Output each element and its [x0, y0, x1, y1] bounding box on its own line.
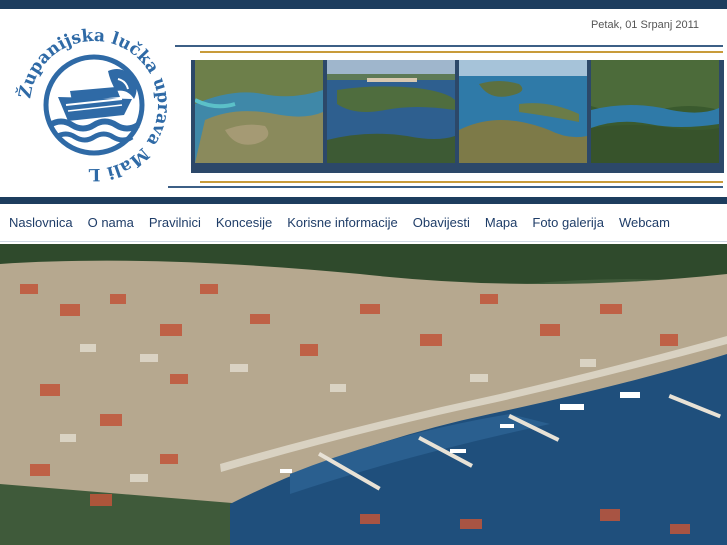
aerial-photo-islets	[195, 60, 323, 163]
aerial-photo-forest-coast	[591, 60, 719, 163]
nav-item-foto-galerija[interactable]: Foto galerija	[532, 215, 604, 230]
nav-item-webcam[interactable]: Webcam	[619, 215, 670, 230]
aerial-photo-channel	[459, 60, 587, 163]
nav-item-naslovnica[interactable]: Naslovnica	[9, 215, 73, 230]
photo-strip	[191, 60, 724, 173]
port-authority-logo[interactable]: Županijska lučka uprava Mali Lošinj	[10, 21, 178, 189]
harbor-aerial-photo	[0, 244, 727, 545]
divider-blue-top	[175, 45, 723, 47]
divider-gold-top	[200, 51, 723, 53]
nav-item-pravilnici[interactable]: Pravilnici	[149, 215, 201, 230]
nav-top-band	[0, 197, 727, 204]
nav-item-koncesije[interactable]: Koncesije	[216, 215, 272, 230]
divider-gold-bottom	[200, 181, 723, 183]
nav-item-mapa[interactable]: Mapa	[485, 215, 518, 230]
nav-item-o-nama[interactable]: O nama	[88, 215, 134, 230]
aerial-photo-town-bay	[327, 60, 455, 163]
nav-item-obavijesti[interactable]: Obavijesti	[413, 215, 470, 230]
header: Petak, 01 Srpanj 2011 Županijska lučka u…	[0, 9, 727, 200]
main-navigation: Naslovnica O nama Pravilnici Koncesije Koris…	[0, 204, 727, 242]
current-date: Petak, 01 Srpanj 2011	[590, 19, 699, 31]
nav-item-korisne-informacije[interactable]: Korisne informacije	[287, 215, 398, 230]
divider-blue-bottom	[168, 186, 723, 188]
top-bar	[0, 0, 727, 9]
